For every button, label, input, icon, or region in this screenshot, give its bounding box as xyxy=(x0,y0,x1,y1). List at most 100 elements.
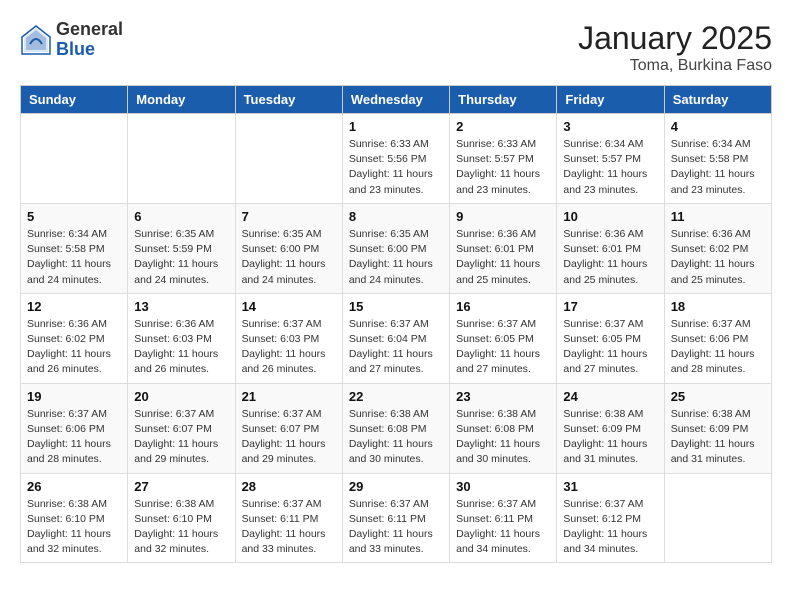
calendar-day-cell: 18 Sunrise: 6:37 AMSunset: 6:06 PMDayligh… xyxy=(664,293,771,383)
day-number: 24 xyxy=(563,389,657,404)
day-number: 14 xyxy=(242,299,336,314)
calendar-day-cell: 17 Sunrise: 6:37 AMSunset: 6:05 PMDayligh… xyxy=(557,293,664,383)
day-number: 5 xyxy=(27,209,121,224)
calendar-day-cell: 21Sunrise: 6:37 AMSunset: 6:07 PMDayligh… xyxy=(235,383,342,473)
day-info: Sunrise: 6:37 AMSunset: 6:11 PMDaylight:… xyxy=(349,497,443,558)
day-info: Sunrise: 6:38 AMSunset: 6:10 PMDaylight:… xyxy=(134,497,228,558)
day-number: 19 xyxy=(27,389,121,404)
page-header: General Blue January 2025 Toma, Burkina … xyxy=(20,20,772,75)
calendar-day-cell: 12Sunrise: 6:36 AMSunset: 6:02 PMDayligh… xyxy=(21,293,128,383)
calendar-day-cell: 29 Sunrise: 6:37 AMSunset: 6:11 PMDayligh… xyxy=(342,473,449,563)
day-number: 25 xyxy=(671,389,765,404)
calendar-day-cell xyxy=(664,473,771,563)
calendar-day-cell: 13Sunrise: 6:36 AMSunset: 6:03 PMDayligh… xyxy=(128,293,235,383)
calendar-body: 1 Sunrise: 6:33 AMSunset: 5:56 PMDaylight… xyxy=(21,114,772,563)
day-info: Sunrise: 6:34 AMSunset: 5:57 PMDaylight:… xyxy=(563,137,657,198)
calendar: SundayMondayTuesdayWednesdayThursdayFrid… xyxy=(20,85,772,563)
day-number: 8 xyxy=(349,209,443,224)
calendar-day-cell: 31 Sunrise: 6:37 AMSunset: 6:12 PMDayligh… xyxy=(557,473,664,563)
month-title: January 2025 xyxy=(578,20,772,57)
calendar-week-row: 12Sunrise: 6:36 AMSunset: 6:02 PMDayligh… xyxy=(21,293,772,383)
logo-blue: Blue xyxy=(56,40,123,60)
calendar-day-cell: 8 Sunrise: 6:35 AMSunset: 6:00 PMDaylight… xyxy=(342,203,449,293)
day-info: Sunrise: 6:33 AMSunset: 5:56 PMDaylight:… xyxy=(349,137,443,198)
day-number: 15 xyxy=(349,299,443,314)
calendar-day-cell: 24Sunrise: 6:38 AMSunset: 6:09 PMDayligh… xyxy=(557,383,664,473)
calendar-day-cell: 9 Sunrise: 6:36 AMSunset: 6:01 PMDaylight… xyxy=(450,203,557,293)
day-info: Sunrise: 6:34 AMSunset: 5:58 PMDaylight:… xyxy=(671,137,765,198)
calendar-day-cell xyxy=(235,114,342,204)
calendar-day-cell: 14Sunrise: 6:37 AMSunset: 6:03 PMDayligh… xyxy=(235,293,342,383)
location: Toma, Burkina Faso xyxy=(578,57,772,75)
day-info: Sunrise: 6:38 AMSunset: 6:09 PMDaylight:… xyxy=(671,407,765,468)
day-number: 22 xyxy=(349,389,443,404)
weekday-header: Sunday xyxy=(21,86,128,114)
day-info: Sunrise: 6:37 AMSunset: 6:05 PMDaylight:… xyxy=(563,317,657,378)
calendar-day-cell: 15 Sunrise: 6:37 AMSunset: 6:04 PMDayligh… xyxy=(342,293,449,383)
day-number: 23 xyxy=(456,389,550,404)
day-number: 17 xyxy=(563,299,657,314)
calendar-day-cell: 27Sunrise: 6:38 AMSunset: 6:10 PMDayligh… xyxy=(128,473,235,563)
day-info: Sunrise: 6:35 AMSunset: 6:00 PMDaylight:… xyxy=(349,227,443,288)
day-info: Sunrise: 6:37 AMSunset: 6:07 PMDaylight:… xyxy=(242,407,336,468)
calendar-day-cell xyxy=(128,114,235,204)
logo-icon xyxy=(20,24,52,56)
calendar-day-cell: 7Sunrise: 6:35 AMSunset: 6:00 PMDaylight… xyxy=(235,203,342,293)
day-info: Sunrise: 6:36 AMSunset: 6:01 PMDaylight:… xyxy=(456,227,550,288)
day-number: 2 xyxy=(456,119,550,134)
day-number: 30 xyxy=(456,479,550,494)
calendar-week-row: 19Sunrise: 6:37 AMSunset: 6:06 PMDayligh… xyxy=(21,383,772,473)
calendar-day-cell: 3Sunrise: 6:34 AMSunset: 5:57 PMDaylight… xyxy=(557,114,664,204)
logo: General Blue xyxy=(20,20,123,60)
day-number: 13 xyxy=(134,299,228,314)
day-number: 16 xyxy=(456,299,550,314)
day-info: Sunrise: 6:36 AMSunset: 6:02 PMDaylight:… xyxy=(27,317,121,378)
day-number: 6 xyxy=(134,209,228,224)
calendar-day-cell: 10 Sunrise: 6:36 AMSunset: 6:01 PMDayligh… xyxy=(557,203,664,293)
calendar-day-cell: 28Sunrise: 6:37 AMSunset: 6:11 PMDayligh… xyxy=(235,473,342,563)
day-info: Sunrise: 6:37 AMSunset: 6:05 PMDaylight:… xyxy=(456,317,550,378)
calendar-day-cell: 25 Sunrise: 6:38 AMSunset: 6:09 PMDayligh… xyxy=(664,383,771,473)
day-info: Sunrise: 6:38 AMSunset: 6:08 PMDaylight:… xyxy=(349,407,443,468)
calendar-day-cell: 23 Sunrise: 6:38 AMSunset: 6:08 PMDayligh… xyxy=(450,383,557,473)
day-info: Sunrise: 6:37 AMSunset: 6:06 PMDaylight:… xyxy=(671,317,765,378)
calendar-day-cell: 16 Sunrise: 6:37 AMSunset: 6:05 PMDayligh… xyxy=(450,293,557,383)
calendar-day-cell: 19Sunrise: 6:37 AMSunset: 6:06 PMDayligh… xyxy=(21,383,128,473)
calendar-day-cell: 26 Sunrise: 6:38 AMSunset: 6:10 PMDayligh… xyxy=(21,473,128,563)
day-number: 1 xyxy=(349,119,443,134)
logo-text: General Blue xyxy=(56,20,123,60)
calendar-week-row: 1 Sunrise: 6:33 AMSunset: 5:56 PMDaylight… xyxy=(21,114,772,204)
calendar-day-cell xyxy=(21,114,128,204)
day-number: 18 xyxy=(671,299,765,314)
day-info: Sunrise: 6:37 AMSunset: 6:11 PMDaylight:… xyxy=(456,497,550,558)
day-info: Sunrise: 6:37 AMSunset: 6:12 PMDaylight:… xyxy=(563,497,657,558)
day-info: Sunrise: 6:35 AMSunset: 5:59 PMDaylight:… xyxy=(134,227,228,288)
weekday-header: Saturday xyxy=(664,86,771,114)
day-number: 4 xyxy=(671,119,765,134)
day-info: Sunrise: 6:37 AMSunset: 6:04 PMDaylight:… xyxy=(349,317,443,378)
calendar-day-cell: 22 Sunrise: 6:38 AMSunset: 6:08 PMDayligh… xyxy=(342,383,449,473)
day-info: Sunrise: 6:36 AMSunset: 6:02 PMDaylight:… xyxy=(671,227,765,288)
day-info: Sunrise: 6:34 AMSunset: 5:58 PMDaylight:… xyxy=(27,227,121,288)
day-info: Sunrise: 6:37 AMSunset: 6:07 PMDaylight:… xyxy=(134,407,228,468)
calendar-day-cell: 5 Sunrise: 6:34 AMSunset: 5:58 PMDaylight… xyxy=(21,203,128,293)
day-number: 31 xyxy=(563,479,657,494)
day-info: Sunrise: 6:38 AMSunset: 6:10 PMDaylight:… xyxy=(27,497,121,558)
weekday-header: Monday xyxy=(128,86,235,114)
calendar-day-cell: 1 Sunrise: 6:33 AMSunset: 5:56 PMDaylight… xyxy=(342,114,449,204)
calendar-header: SundayMondayTuesdayWednesdayThursdayFrid… xyxy=(21,86,772,114)
day-number: 11 xyxy=(671,209,765,224)
day-number: 10 xyxy=(563,209,657,224)
day-info: Sunrise: 6:38 AMSunset: 6:08 PMDaylight:… xyxy=(456,407,550,468)
day-number: 26 xyxy=(27,479,121,494)
day-number: 9 xyxy=(456,209,550,224)
calendar-week-row: 5 Sunrise: 6:34 AMSunset: 5:58 PMDaylight… xyxy=(21,203,772,293)
day-info: Sunrise: 6:36 AMSunset: 6:01 PMDaylight:… xyxy=(563,227,657,288)
logo-general: General xyxy=(56,20,123,40)
calendar-day-cell: 4 Sunrise: 6:34 AMSunset: 5:58 PMDaylight… xyxy=(664,114,771,204)
weekday-header: Friday xyxy=(557,86,664,114)
weekday-header: Thursday xyxy=(450,86,557,114)
weekday-header: Wednesday xyxy=(342,86,449,114)
weekday-row: SundayMondayTuesdayWednesdayThursdayFrid… xyxy=(21,86,772,114)
day-number: 29 xyxy=(349,479,443,494)
